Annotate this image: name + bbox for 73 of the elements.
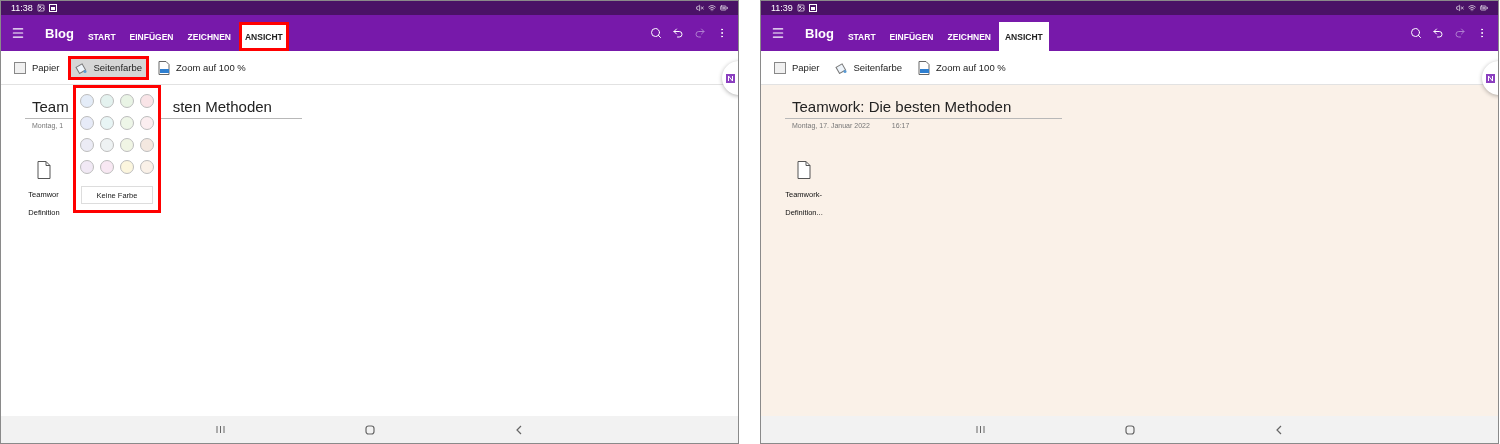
notification-icon xyxy=(48,4,57,12)
color-swatch[interactable] xyxy=(80,94,94,108)
undo-button[interactable] xyxy=(1432,27,1444,39)
ribbon-button[interactable]: Papier xyxy=(10,58,64,77)
ribbon-tab[interactable]: START xyxy=(81,22,122,51)
mute-icon xyxy=(1456,4,1464,12)
recent-apps-button[interactable] xyxy=(976,425,985,434)
ribbon-tab[interactable]: START xyxy=(841,22,882,51)
ribbon-tab[interactable]: EINFÜGEN xyxy=(883,22,940,51)
ribbon-button[interactable]: Zoom auf 100 % xyxy=(914,57,1010,78)
color-swatch[interactable] xyxy=(120,94,134,108)
battery-icon xyxy=(1480,4,1488,12)
color-swatch[interactable] xyxy=(100,116,114,130)
color-swatch[interactable] xyxy=(80,160,94,174)
notebook-title: Blog xyxy=(805,25,834,41)
ribbon-tab[interactable]: ANSICHT xyxy=(998,22,1049,51)
notebook-title: Blog xyxy=(45,25,74,41)
back-button[interactable] xyxy=(515,424,523,435)
undo-icon xyxy=(1432,27,1444,39)
paper-icon xyxy=(14,61,26,74)
ribbon-tab[interactable]: EINFÜGEN xyxy=(123,22,180,51)
redo-icon xyxy=(694,27,706,39)
menu-button[interactable] xyxy=(771,26,785,40)
ribbon-button[interactable]: Papier xyxy=(770,58,824,77)
home-button[interactable] xyxy=(365,424,375,435)
ribbon-button[interactable]: Zoom auf 100 % xyxy=(154,57,250,78)
color-swatch[interactable] xyxy=(140,94,154,108)
ribbon-button[interactable]: Seitenfarbe xyxy=(831,58,907,77)
status-time: 11:39 xyxy=(771,3,793,13)
page-title: Team xyxy=(32,98,69,115)
search-icon xyxy=(650,27,662,39)
home-button[interactable] xyxy=(1125,424,1135,435)
back-button[interactable] xyxy=(1275,424,1283,435)
ribbon-tab[interactable]: ANSICHT xyxy=(238,22,289,51)
notification-icon xyxy=(808,4,817,12)
menu-button[interactable] xyxy=(11,26,25,40)
ribbon-tab[interactable]: ZEICHNEN xyxy=(941,22,997,51)
page-zoom-icon xyxy=(158,60,171,75)
wifi-icon xyxy=(708,4,716,12)
color-swatch[interactable] xyxy=(100,160,114,174)
file-icon xyxy=(37,161,51,179)
color-swatch[interactable] xyxy=(140,116,154,130)
search-button[interactable] xyxy=(650,27,662,39)
color-swatch[interactable] xyxy=(80,138,94,152)
color-swatch[interactable] xyxy=(120,138,134,152)
search-icon xyxy=(1410,27,1422,39)
status-time: 11:38 xyxy=(11,3,33,13)
search-button[interactable] xyxy=(1410,27,1422,39)
color-swatch[interactable] xyxy=(120,116,134,130)
redo-icon xyxy=(1454,27,1466,39)
battery-icon xyxy=(720,4,728,12)
image-icon xyxy=(36,4,45,12)
undo-button[interactable] xyxy=(672,27,684,39)
color-swatch[interactable] xyxy=(100,138,114,152)
paper-icon xyxy=(774,61,786,74)
paint-bucket-icon xyxy=(835,61,848,74)
color-swatch[interactable] xyxy=(100,94,114,108)
color-swatch[interactable] xyxy=(140,138,154,152)
page-title: sten Methoden xyxy=(172,98,272,115)
color-swatch[interactable] xyxy=(80,116,94,130)
image-icon xyxy=(796,4,805,12)
color-swatch[interactable] xyxy=(120,160,134,174)
ribbon-tab[interactable]: ZEICHNEN xyxy=(181,22,237,51)
color-swatch[interactable] xyxy=(140,160,154,174)
paint-bucket-icon xyxy=(75,61,88,74)
recent-apps-button[interactable] xyxy=(216,425,225,434)
ribbon-button[interactable]: Seitenfarbe xyxy=(71,58,147,77)
page-zoom-icon xyxy=(918,60,931,75)
mute-icon xyxy=(696,4,704,12)
page-title: Teamwork: Die besten Methoden xyxy=(792,98,1012,115)
file-icon xyxy=(797,161,811,179)
undo-icon xyxy=(672,27,684,39)
wifi-icon xyxy=(1468,4,1476,12)
